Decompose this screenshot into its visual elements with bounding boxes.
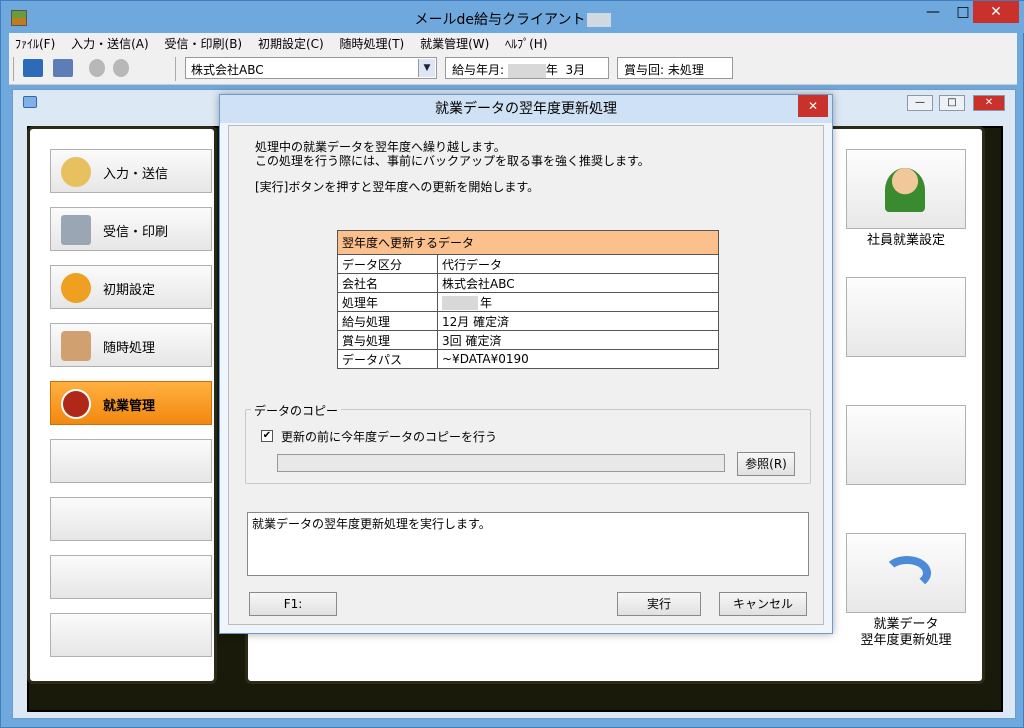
mdi-maximize-button[interactable]: □ [939, 95, 965, 111]
table-row: 給与処理 12月 確定済 [337, 311, 719, 331]
nav-panel: 入力・送信 受信・印刷 初期設定 随時処理 就業管理 [27, 126, 217, 684]
clock-icon [61, 389, 91, 419]
intro-line: [実行]ボタンを押すと翌年度への更新を開始します。 [255, 180, 540, 194]
f1-button[interactable]: F1: [249, 592, 337, 616]
key-icon[interactable] [89, 59, 105, 77]
toolbar-separator [175, 57, 176, 81]
key-icon[interactable] [113, 59, 129, 77]
table-row: 会社名 株式会社ABC [337, 273, 719, 293]
cancel-button[interactable]: キャンセル [719, 592, 807, 616]
monitor-icon[interactable] [23, 59, 43, 77]
employee-settings-label: 社員就業設定 [866, 233, 945, 248]
bonus-status-field: 賞与回: 未処理 [617, 57, 733, 79]
chevron-down-icon[interactable]: ▼ [418, 59, 435, 77]
screen-icon[interactable] [53, 59, 73, 77]
close-button[interactable]: ✕ [973, 1, 1019, 23]
nav-empty-button[interactable] [50, 555, 212, 599]
mdi-minimize-button[interactable]: — [907, 95, 933, 111]
nav-attendance[interactable]: 就業管理 [50, 381, 212, 425]
browse-button[interactable]: 参照(R) [737, 452, 795, 476]
toolbar-separator [13, 57, 14, 81]
company-select[interactable]: 株式会社ABC ▼ [185, 57, 437, 79]
printer-icon [61, 215, 91, 245]
gear-icon [61, 273, 91, 303]
message-box: 就業データの翌年度更新処理を実行します。 [247, 512, 809, 576]
table-header: 翌年度へ更新するデータ [337, 230, 719, 255]
table-row: データ区分 代行データ [337, 254, 719, 274]
tools-icon [61, 331, 91, 361]
arrow-icon [883, 556, 931, 590]
minimize-button[interactable]: — [919, 1, 947, 23]
table-row: データパス ~¥DATA¥0190 [337, 349, 719, 369]
nav-input-send[interactable]: 入力・送信 [50, 149, 212, 193]
main-window: メールde給与クライアント — □ ✕ ﾌｧｲﾙ(F) 入力・送信(A) 受信・… [0, 0, 1024, 728]
copy-checkbox[interactable]: ✔ [261, 430, 273, 442]
nav-empty-button[interactable] [50, 439, 212, 483]
menu-bar: ﾌｧｲﾙ(F) 入力・送信(A) 受信・印刷(B) 初期設定(C) 随時処理(T… [9, 33, 1017, 53]
copy-checkbox-label[interactable]: 更新の前に今年度データのコピーを行う [281, 428, 497, 445]
company-select-value: 株式会社ABC [191, 63, 264, 77]
title-bar: メールde給与クライアント — □ ✕ [1, 1, 1024, 33]
run-button[interactable]: 実行 [617, 592, 701, 616]
menu-attendance[interactable]: 就業管理(W) [414, 33, 495, 54]
menu-initial-settings[interactable]: 初期設定(C) [252, 33, 330, 54]
menu-ad-hoc[interactable]: 随時処理(T) [334, 33, 411, 54]
table-row: 賞与処理 3回 確定済 [337, 330, 719, 350]
rollover-label: 就業データ 翌年度更新処理 [860, 617, 952, 648]
employee-settings-tile[interactable] [846, 149, 966, 229]
mdi-close-button[interactable]: ✕ [973, 95, 1005, 111]
data-table: 翌年度へ更新するデータ データ区分 代行データ 会社名 株式会社ABC 処理年年 給… [337, 230, 719, 369]
rollover-dialog: 就業データの翌年度更新処理 ✕ 処理中の就業データを翌年度へ繰り越します。 この… [219, 94, 833, 634]
table-row: 処理年年 [337, 292, 719, 312]
nav-empty-button[interactable] [50, 497, 212, 541]
input-send-icon [61, 157, 91, 187]
copy-group-title: データのコピー [251, 402, 342, 419]
menu-receive-print[interactable]: 受信・印刷(B) [159, 33, 249, 54]
menu-input-send[interactable]: 入力・送信(A) [65, 33, 155, 54]
nav-ad-hoc[interactable]: 随時処理 [50, 323, 212, 367]
empty-tile[interactable] [846, 277, 966, 357]
window-title: メールde給与クライアント [1, 9, 1024, 29]
menu-file[interactable]: ﾌｧｲﾙ(F) [9, 33, 61, 54]
rollover-tile[interactable] [846, 533, 966, 613]
dialog-title: 就業データの翌年度更新処理 [220, 95, 832, 123]
salary-period-field: 給与年月: 年 3月 [445, 57, 609, 79]
menu-help[interactable]: ﾍﾙﾌﾟ(H) [499, 33, 553, 54]
nav-empty-button[interactable] [50, 613, 212, 657]
copy-groupbox [245, 409, 811, 484]
dialog-body: 処理中の就業データを翌年度へ繰り越します。 この処理を行う際には、事前にバックア… [228, 125, 824, 625]
copy-path-field[interactable] [277, 454, 725, 472]
toolbar: 株式会社ABC ▼ 給与年月: 年 3月 賞与回: 未処理 [9, 53, 1017, 85]
nav-initial-settings[interactable]: 初期設定 [50, 265, 212, 309]
intro-line: この処理を行う際には、事前にバックアップを取る事を強く推奨します。 [255, 154, 650, 168]
nav-receive-print[interactable]: 受信・印刷 [50, 207, 212, 251]
employee-speech-icon [885, 168, 925, 212]
dialog-close-button[interactable]: ✕ [798, 95, 828, 117]
window-icon [23, 96, 37, 108]
empty-tile[interactable] [846, 405, 966, 485]
